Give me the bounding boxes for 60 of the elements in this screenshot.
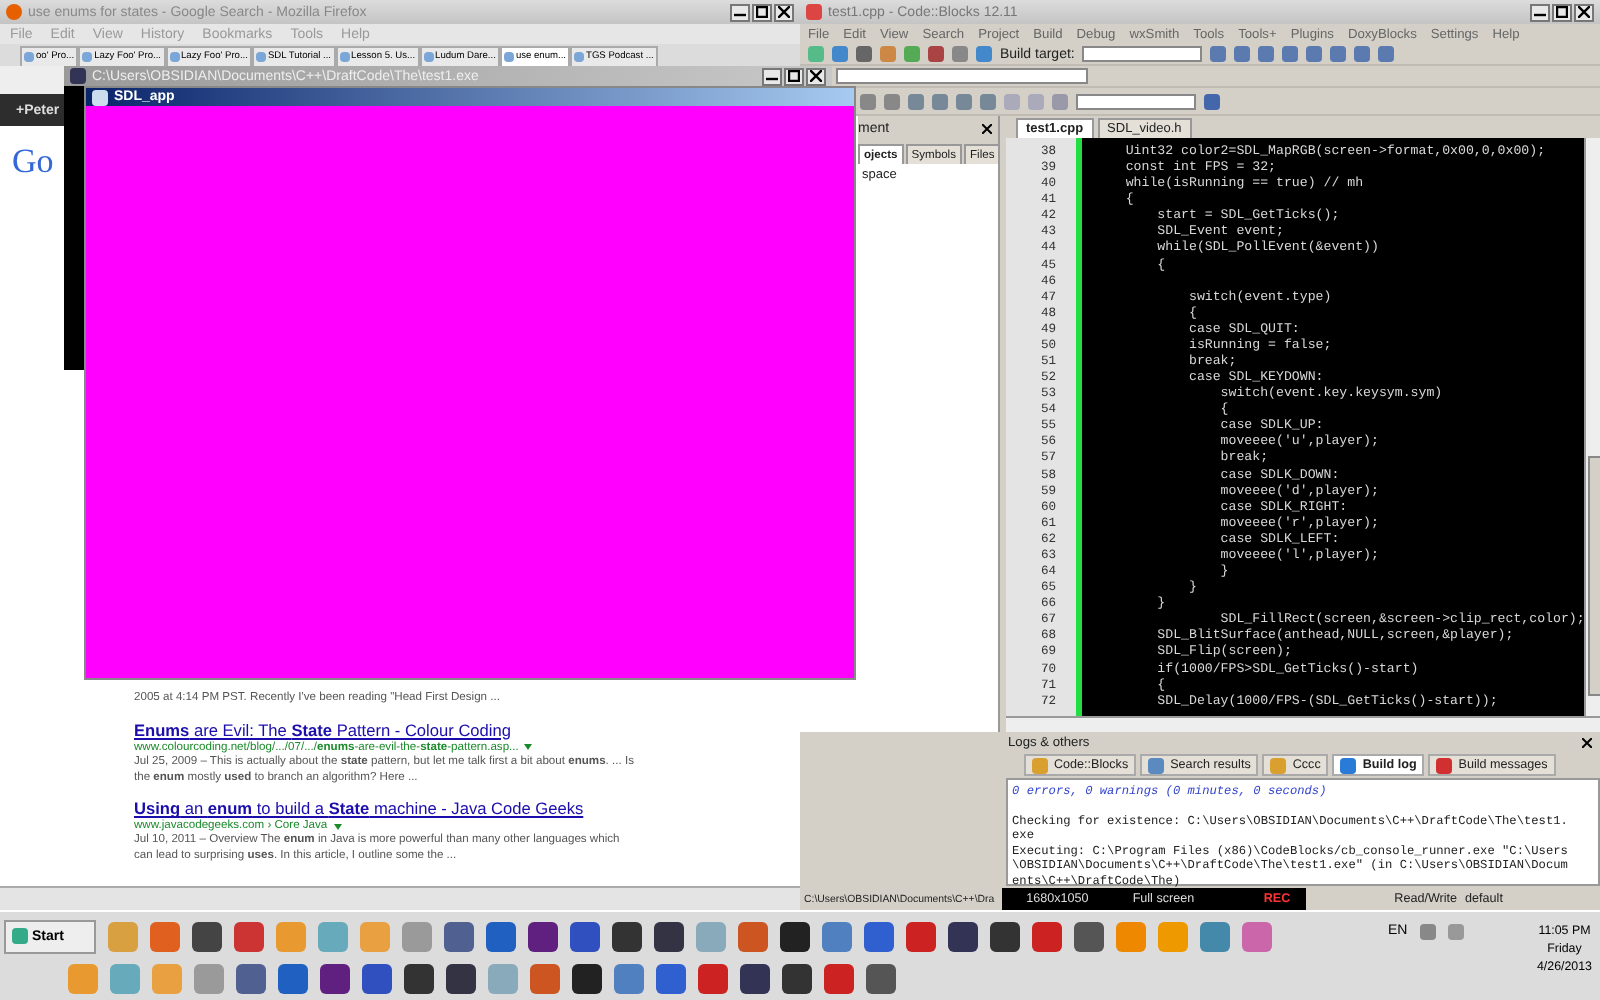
app-icon[interactable] (320, 963, 350, 993)
page-icon (24, 52, 34, 62)
minimize-button[interactable] (762, 67, 782, 85)
page-icon (339, 52, 350, 62)
close-icon[interactable] (1582, 737, 1592, 747)
close-button[interactable] (1574, 3, 1594, 21)
page-icon (255, 52, 266, 62)
app-icon[interactable] (654, 921, 684, 951)
maximize-button[interactable] (784, 67, 804, 85)
app-icon (92, 89, 108, 105)
scope-dropdown[interactable] (836, 68, 1088, 84)
maximize-button[interactable] (752, 3, 772, 21)
close-icon[interactable] (982, 123, 992, 133)
result-link[interactable]: Enums are Evil: The State Pattern - Colour Coding (134, 719, 511, 740)
app-icon[interactable] (866, 963, 896, 993)
app-icon[interactable] (528, 921, 558, 951)
minimize-button[interactable] (730, 3, 750, 21)
close-button[interactable] (774, 3, 794, 21)
page-icon (423, 52, 434, 62)
close-icon (1578, 6, 1590, 18)
build-target-dropdown[interactable] (1082, 46, 1203, 62)
tab-icon (1270, 757, 1287, 773)
close-icon (810, 70, 822, 82)
app-icon[interactable] (990, 921, 1020, 951)
tab-icon (1148, 757, 1165, 773)
app-icon[interactable] (1074, 921, 1104, 951)
page-icon (574, 52, 585, 62)
page-icon (82, 52, 93, 62)
app-icon[interactable] (192, 921, 222, 951)
app-icon[interactable] (782, 963, 812, 993)
page-icon (169, 52, 180, 62)
vertical-scrollbar[interactable] (1584, 138, 1600, 716)
result-link[interactable]: Using an enum to build a State machine - Java Code Geeks (134, 798, 584, 819)
horizontal-scrollbar[interactable] (0, 886, 800, 910)
tab-icon (1436, 757, 1453, 773)
app-icon[interactable] (404, 963, 434, 993)
app-icon[interactable] (612, 921, 642, 951)
horizontal-scrollbar[interactable] (1006, 716, 1600, 732)
google-logo: Go (12, 142, 54, 182)
app-icon[interactable] (362, 963, 392, 993)
maximize-icon (788, 70, 800, 82)
app-icon[interactable] (570, 921, 600, 951)
caret-icon[interactable] (333, 823, 342, 830)
caret-icon[interactable] (524, 744, 533, 751)
maximize-icon (1556, 6, 1568, 18)
tab-icon (1340, 757, 1357, 773)
maximize-icon (756, 6, 768, 18)
app-icon[interactable] (446, 963, 476, 993)
close-button[interactable] (806, 67, 826, 85)
app-icon[interactable] (572, 963, 602, 993)
app-icon[interactable] (948, 921, 978, 951)
page-icon (503, 52, 514, 62)
scroll-thumb[interactable] (1588, 456, 1600, 696)
app-icon[interactable] (740, 963, 770, 993)
tab-icon (1032, 757, 1048, 773)
minimize-button[interactable] (1530, 3, 1550, 21)
maximize-button[interactable] (1552, 3, 1572, 21)
search-dropdown[interactable] (1076, 93, 1196, 109)
close-icon (778, 6, 790, 18)
app-icon[interactable] (780, 921, 810, 951)
